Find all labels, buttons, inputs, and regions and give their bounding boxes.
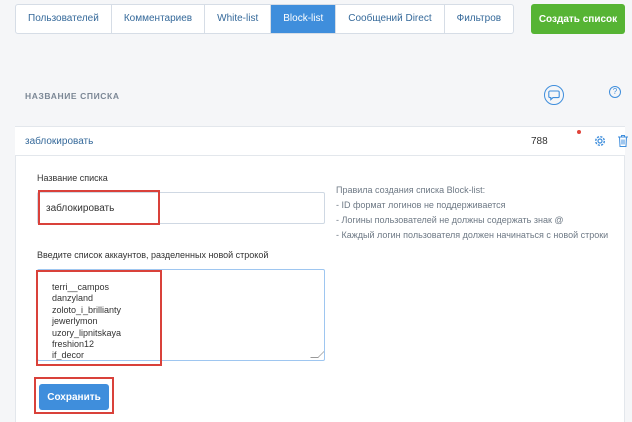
account-line: jewerlymon bbox=[52, 316, 98, 327]
gear-icon[interactable] bbox=[593, 134, 607, 148]
rule-item: - Логины пользователей не должны содержа… bbox=[336, 215, 564, 225]
save-button[interactable]: Сохранить bbox=[39, 384, 109, 410]
tab-direct-messages[interactable]: Сообщений Direct bbox=[336, 5, 445, 33]
list-name[interactable]: заблокировать bbox=[25, 136, 93, 147]
section-title: НАЗВАНИЕ СПИСКА bbox=[25, 91, 120, 101]
account-line: if_decor bbox=[52, 350, 85, 361]
tab-white-list[interactable]: White-list bbox=[205, 5, 272, 33]
list-name-input[interactable] bbox=[37, 192, 325, 224]
trash-icon[interactable] bbox=[617, 134, 629, 148]
edit-panel: Название списка Введите список аккаунтов… bbox=[15, 156, 625, 422]
tab-users[interactable]: Пользователей bbox=[16, 5, 112, 33]
account-line: zoloto_i_brillianty bbox=[52, 304, 122, 315]
rules-block: Правила создания списка Block-list: - ID… bbox=[336, 183, 608, 243]
accounts-textarea[interactable]: terri__campos danzyland zoloto_i_brillia… bbox=[37, 269, 325, 361]
tab-bar: Пользователей Комментариев White-list Bl… bbox=[15, 4, 515, 34]
help-icon[interactable]: ? bbox=[609, 86, 621, 98]
account-line: uzory_lipnitskaya bbox=[52, 327, 122, 338]
rule-item: - Каждый логин пользователя должен начин… bbox=[336, 230, 609, 240]
tab-filters[interactable]: Фильтров bbox=[445, 5, 513, 33]
account-line: danzyland bbox=[52, 293, 94, 304]
chat-icon[interactable] bbox=[544, 85, 564, 105]
section-header: НАЗВАНИЕ СПИСКА ? bbox=[15, 78, 625, 118]
list-row[interactable]: заблокировать 788 bbox=[15, 126, 628, 156]
name-label: Название списка bbox=[37, 173, 108, 183]
account-line: freshion12 bbox=[52, 339, 95, 350]
rules-title: Правила создания списка Block-list: bbox=[336, 185, 486, 195]
tab-block-list[interactable]: Block-list bbox=[271, 5, 337, 33]
create-list-button[interactable]: Создать список bbox=[531, 4, 625, 34]
tab-comments[interactable]: Комментариев bbox=[112, 5, 206, 33]
list-count: 788 bbox=[531, 136, 548, 147]
accounts-label: Введите список аккаунтов, разделенных но… bbox=[37, 250, 269, 260]
account-line: terri__campos bbox=[52, 282, 110, 292]
rule-item: - ID формат логинов не поддерживается bbox=[336, 200, 506, 210]
notification-dot bbox=[577, 130, 581, 134]
